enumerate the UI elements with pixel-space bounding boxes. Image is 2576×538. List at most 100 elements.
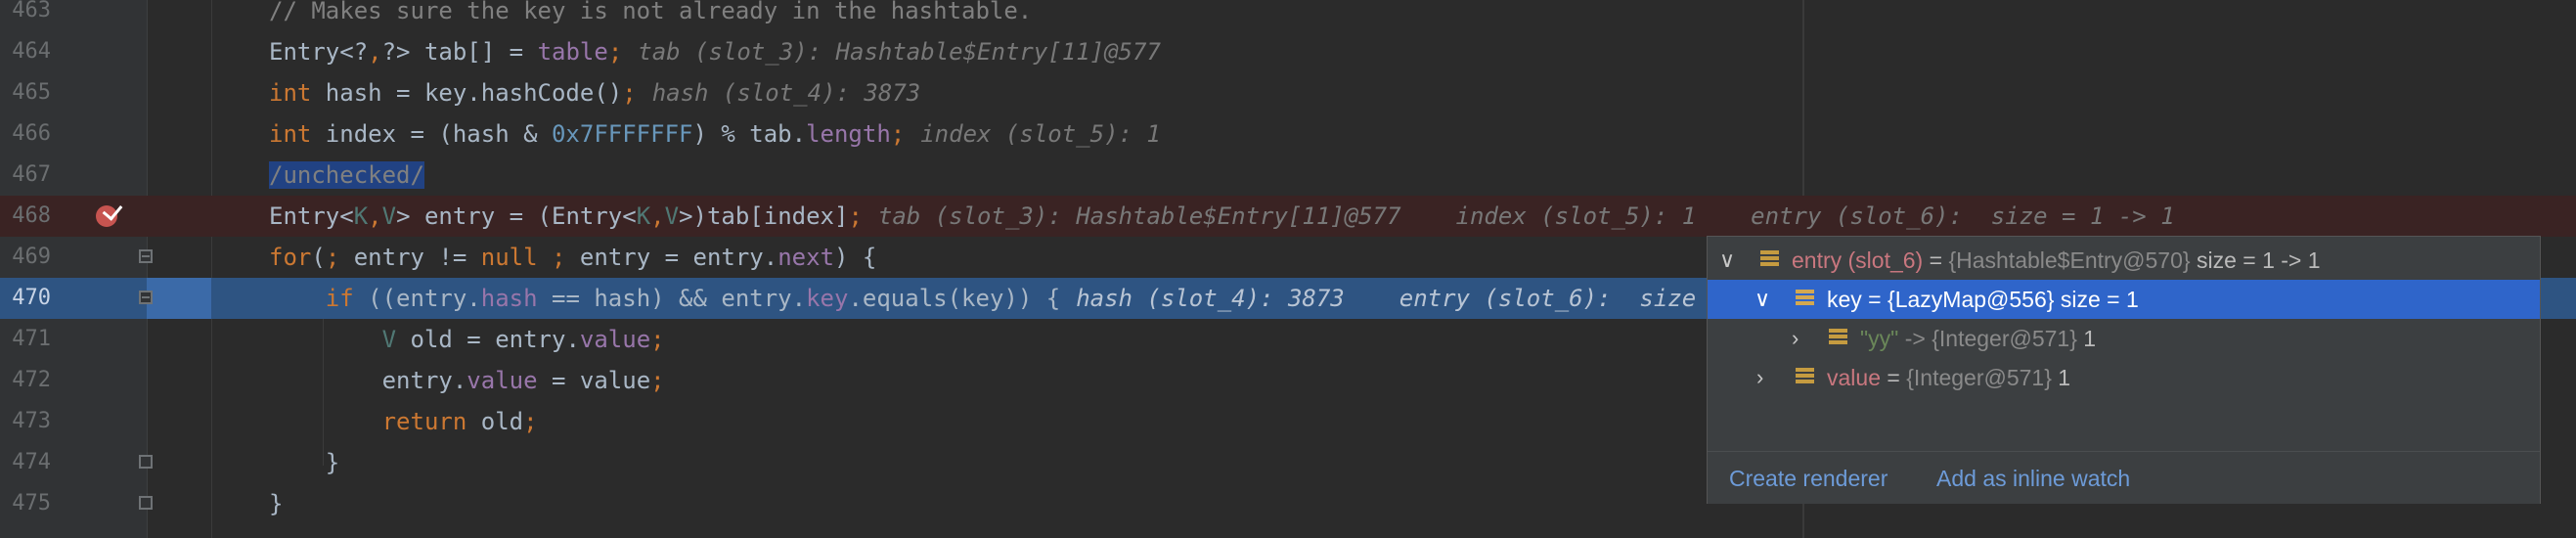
code-token: int — [269, 120, 326, 148]
map-key-string: "yy" — [1860, 326, 1899, 351]
fold-marker-icon[interactable] — [139, 455, 153, 469]
value-separator: -> — [1898, 326, 1932, 351]
create-renderer-link[interactable]: Create renderer — [1729, 466, 1888, 492]
code-token: int — [269, 79, 326, 107]
expand-toggle-icon[interactable]: › — [1756, 358, 1763, 397]
variable-name: entry (slot_6) — [1792, 247, 1924, 273]
line-code[interactable]: // Makes sure the key is not already in … — [269, 0, 1032, 23]
code-token: Entry<? — [269, 38, 369, 66]
code-token: V — [381, 202, 397, 230]
code-token: ?> tab[] = — [381, 38, 538, 66]
code-token: ; — [325, 244, 340, 271]
code-token: ; — [890, 120, 906, 148]
line-number: 463 — [12, 0, 51, 22]
inline-debug-value[interactable]: tab (slot_3): Hashtable$Entry[11]@577 — [878, 202, 1401, 230]
code-line: 466 int index = (hash & 0x7FFFFFFF) % ta… — [0, 113, 2576, 155]
code-line: 465 int hash = key.hashCode(); hash (slot… — [0, 72, 2576, 113]
fold-marker-icon[interactable] — [139, 291, 153, 304]
line-code[interactable]: Entry<K,V> entry = (Entry<K,V>)tab[index… — [269, 203, 2175, 229]
code-token: , — [368, 202, 382, 230]
code-token: } — [269, 449, 340, 476]
code-token: entry = entry. — [565, 244, 778, 271]
code-token: value — [579, 326, 651, 353]
fold-marker-icon[interactable] — [139, 496, 153, 510]
code-token: index = (hash & — [325, 120, 552, 148]
line-code[interactable]: entry.value = value; — [269, 368, 665, 393]
code-token: key — [806, 285, 849, 312]
debugger-value-popup[interactable]: ∨ entry (slot_6) = {Hashtable$Entry@570}… — [1707, 236, 2541, 504]
line-number: 464 — [12, 39, 51, 64]
line-number: 472 — [12, 368, 51, 392]
execution-point-marker — [147, 278, 211, 319]
code-token: for — [269, 244, 312, 271]
code-token: > entry = (Entry< — [396, 202, 637, 230]
line-number: 475 — [12, 491, 51, 516]
line-code[interactable]: /unchecked/ — [269, 161, 424, 189]
tree-node-value[interactable]: › value = {Integer@571} 1 — [1708, 358, 2540, 397]
expand-toggle-icon[interactable]: ∨ — [1719, 241, 1735, 280]
variable-extra: size = 1 — [2054, 287, 2139, 312]
code-token: table — [537, 38, 608, 66]
code-token: ; — [650, 367, 665, 394]
line-code[interactable]: for(; entry != null ; entry = entry.next… — [269, 245, 876, 270]
tree-node-map-entry[interactable]: › "yy" -> {Integer@571} 1 — [1708, 319, 2540, 358]
variable-extra: 1 — [2051, 365, 2071, 390]
fold-marker-icon[interactable] — [139, 249, 153, 263]
code-token: value — [466, 367, 538, 394]
code-token: ; — [650, 326, 665, 353]
line-code[interactable]: int hash = key.hashCode(); hash (slot_4):… — [269, 80, 920, 106]
line-code[interactable]: V old = entry.value; — [269, 327, 665, 352]
code-token: hash — [480, 285, 538, 312]
code-token: .equals(key)) { — [848, 285, 1061, 312]
expand-toggle-icon[interactable]: › — [1792, 319, 1799, 358]
breakpoint-check-icon[interactable] — [96, 200, 123, 227]
code-token: entry. — [269, 367, 467, 394]
line-number: 469 — [12, 245, 51, 269]
code-token: /unchecked/ — [269, 161, 424, 189]
add-inline-watch-link[interactable]: Add as inline watch — [1936, 466, 2130, 492]
line-number: 473 — [12, 409, 51, 433]
line-code[interactable]: Entry<?,?> tab[] = table; tab (slot_3): H… — [269, 39, 1161, 65]
line-code[interactable]: } — [269, 491, 283, 516]
line-code[interactable]: if ((entry.hash == hash) && entry.key.eq… — [269, 286, 1724, 311]
inline-debug-value[interactable]: hash (slot_4): 3873 — [1076, 285, 1345, 312]
code-token: , — [650, 202, 665, 230]
line-number: 467 — [12, 162, 51, 187]
tree-node-key[interactable]: ∨ key = {LazyMap@556} size = 1 — [1708, 280, 2540, 319]
inline-debug-value[interactable]: entry (slot_6): size = 1 -> 1 — [1751, 202, 2174, 230]
expand-toggle-icon[interactable]: ∨ — [1754, 280, 1770, 319]
breakpoint-line: 468 Entry<K,V> entry = (Entry<K,V>)tab[i… — [0, 196, 2576, 237]
value-separator: = — [1923, 247, 1949, 273]
inline-debug-value[interactable]: hash (slot_4): 3873 — [652, 79, 921, 107]
code-line: 467 /unchecked/ — [0, 155, 2576, 196]
value-separator: = — [1861, 287, 1888, 312]
code-token: ) % tab. — [692, 120, 807, 148]
variable-name: value — [1827, 365, 1881, 390]
code-token: ; — [552, 244, 566, 271]
line-code[interactable]: } — [269, 450, 339, 475]
variable-type: {LazyMap@556} — [1888, 287, 2055, 312]
code-line: 464 Entry<?,?> tab[] = table; tab (slot_3… — [0, 31, 2576, 72]
value-separator: = — [1880, 365, 1907, 390]
code-token: ) { — [834, 244, 877, 271]
code-token: hash = key.hashCode() — [325, 79, 623, 107]
code-token: == hash) && entry. — [537, 285, 807, 312]
code-token: = value — [537, 367, 651, 394]
inline-debug-value[interactable]: index (slot_5): 1 — [920, 120, 1161, 148]
line-number: 468 — [12, 203, 51, 228]
tree-node-entry[interactable]: ∨ entry (slot_6) = {Hashtable$Entry@570}… — [1708, 241, 2540, 280]
code-token: null — [480, 244, 538, 271]
code-token: entry != — [339, 244, 481, 271]
inline-debug-value[interactable]: tab (slot_3): Hashtable$Entry[11]@577 — [638, 38, 1161, 66]
line-number: 471 — [12, 327, 51, 351]
line-code[interactable]: int index = (hash & 0x7FFFFFFF) % tab.le… — [269, 121, 1161, 147]
code-token: } — [269, 490, 284, 517]
code-line: 463 // Makes sure the key is not already… — [0, 0, 2576, 31]
code-token: ( — [311, 244, 326, 271]
code-token: Entry< — [269, 202, 354, 230]
inline-debug-value[interactable]: entry (slot_6): size = — [1399, 285, 1724, 312]
code-token: // Makes sure the key is not already in … — [269, 0, 1033, 24]
line-code[interactable]: return old; — [269, 409, 538, 434]
inline-debug-value[interactable]: index (slot_5): 1 — [1456, 202, 1697, 230]
